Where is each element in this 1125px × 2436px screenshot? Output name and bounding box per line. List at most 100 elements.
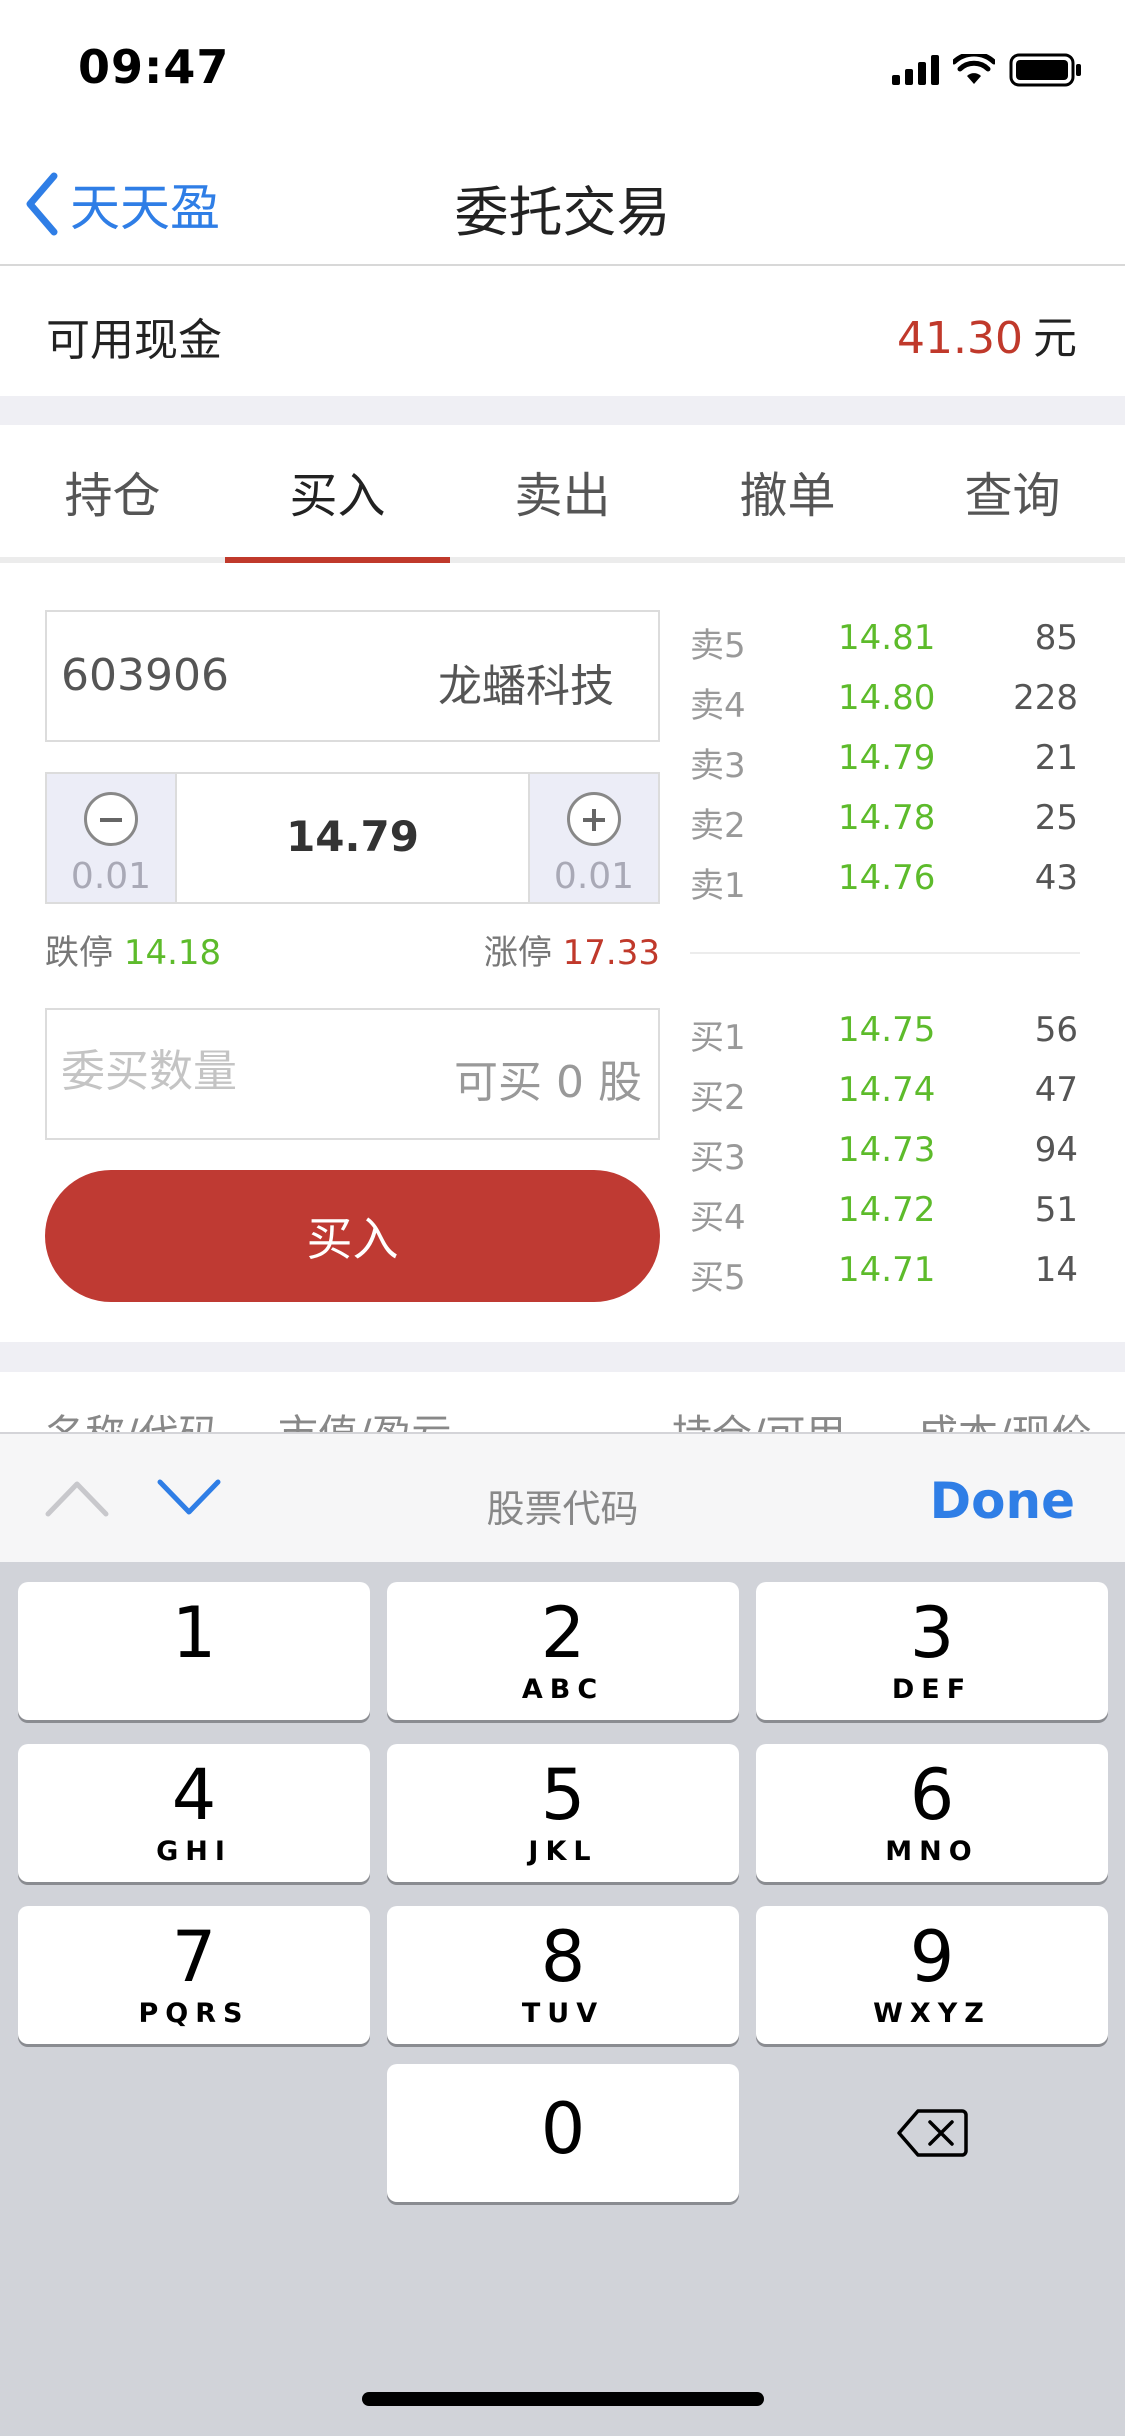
key-9[interactable]: 9 WXYZ bbox=[756, 1906, 1108, 2044]
bid-row: 买5 14.71 14 bbox=[690, 1240, 1080, 1300]
status-time: 09:47 bbox=[78, 40, 230, 94]
ask-row: 卖1 14.76 43 bbox=[690, 848, 1080, 908]
ask-row: 卖5 14.81 85 bbox=[690, 608, 1080, 668]
trade-tabs: 持仓 买入 卖出 撤单 查询 bbox=[0, 425, 1125, 563]
ask-price: 14.79 bbox=[838, 738, 936, 778]
bid-row: 买4 14.72 51 bbox=[690, 1180, 1080, 1240]
battery-icon bbox=[1009, 53, 1081, 87]
key-1[interactable]: 1 bbox=[18, 1582, 370, 1720]
minus-icon bbox=[84, 792, 138, 846]
key-digit: 2 bbox=[540, 1592, 586, 1674]
stock-name: 龙蟠科技 bbox=[438, 661, 614, 712]
order-book-buy: 买1 14.75 56 买2 14.74 47 买3 14.73 94 买4 1… bbox=[690, 1000, 1080, 1300]
bid-price: 14.74 bbox=[838, 1070, 936, 1110]
key-digit: 9 bbox=[909, 1916, 955, 1998]
limit-down: 跌停 14.18 bbox=[45, 925, 221, 974]
bid-level-label: 买2 bbox=[690, 1078, 746, 1118]
bid-volume: 47 bbox=[1034, 1070, 1078, 1110]
bid-volume: 51 bbox=[1034, 1190, 1078, 1230]
available-cash-value: 41.30 bbox=[897, 313, 1023, 364]
key-letters: WXYZ bbox=[873, 1998, 991, 2029]
price-input[interactable]: 14.79 bbox=[177, 812, 528, 861]
bid-row: 买2 14.74 47 bbox=[690, 1060, 1080, 1120]
price-stepper: 0.01 14.79 0.01 bbox=[45, 772, 660, 904]
status-bar: 09:47 bbox=[0, 0, 1125, 140]
bid-level-label: 买5 bbox=[690, 1258, 746, 1298]
tab-holdings[interactable]: 持仓 bbox=[0, 425, 225, 557]
limit-down-value: 14.18 bbox=[123, 933, 222, 973]
holdings-col-position: 持仓/可用 bbox=[672, 1402, 845, 1432]
key-letters: DEF bbox=[891, 1674, 973, 1705]
ask-price: 14.81 bbox=[838, 618, 936, 658]
holdings-col-name: 名称/代码 bbox=[45, 1402, 218, 1432]
bid-volume: 56 bbox=[1034, 1010, 1078, 1050]
bid-row: 买1 14.75 56 bbox=[690, 1000, 1080, 1060]
limit-up-value: 17.33 bbox=[562, 933, 660, 973]
bid-price: 14.73 bbox=[838, 1130, 936, 1170]
quantity-input[interactable] bbox=[61, 1046, 441, 1097]
key-letters: TUV bbox=[521, 1998, 605, 2029]
key-letters: ABC bbox=[521, 1674, 605, 1705]
key-6[interactable]: 6 MNO bbox=[756, 1744, 1108, 1882]
page-title: 委托交易 bbox=[454, 181, 671, 244]
available-cash-unit: 元 bbox=[1033, 313, 1077, 364]
tab-query[interactable]: 查询 bbox=[900, 425, 1125, 557]
bid-level-label: 买1 bbox=[690, 1018, 746, 1058]
key-digit: 7 bbox=[171, 1916, 217, 1998]
ask-price: 14.76 bbox=[838, 858, 936, 898]
numeric-keypad: 1 2 ABC 3 DEF 4 GHI 5 JKL 6 MNO 7 PQRS 8… bbox=[0, 1562, 1125, 2436]
key-letters: GHI bbox=[156, 1836, 232, 1867]
key-digit: 5 bbox=[540, 1754, 586, 1836]
key-digit: 6 bbox=[909, 1754, 955, 1836]
tab-sell[interactable]: 卖出 bbox=[450, 425, 675, 557]
key-digit: 4 bbox=[171, 1754, 217, 1836]
key-digit: 0 bbox=[540, 2088, 586, 2170]
key-digit: 3 bbox=[909, 1592, 955, 1674]
key-5[interactable]: 5 JKL bbox=[387, 1744, 739, 1882]
ask-row: 卖3 14.79 21 bbox=[690, 728, 1080, 788]
bid-level-label: 买3 bbox=[690, 1138, 746, 1178]
keyboard-accessory-bar: 股票代码 Done bbox=[0, 1432, 1125, 1562]
section-divider bbox=[0, 396, 1125, 425]
bid-volume: 14 bbox=[1034, 1250, 1078, 1290]
backspace-icon bbox=[897, 2109, 968, 2157]
price-decrease-button[interactable]: 0.01 bbox=[47, 774, 177, 902]
key-2[interactable]: 2 ABC bbox=[387, 1582, 739, 1720]
limit-up: 涨停 17.33 bbox=[484, 925, 660, 974]
bid-price: 14.72 bbox=[838, 1190, 936, 1230]
plus-icon bbox=[567, 792, 621, 846]
buy-button[interactable]: 买入 bbox=[45, 1170, 660, 1302]
home-indicator bbox=[362, 2392, 764, 2406]
order-book-sell: 卖5 14.81 85 卖4 14.80 228 卖3 14.79 21 卖2 … bbox=[690, 608, 1080, 908]
price-step-up: 0.01 bbox=[553, 856, 635, 897]
tab-cancel-order[interactable]: 撤单 bbox=[675, 425, 900, 557]
key-3[interactable]: 3 DEF bbox=[756, 1582, 1108, 1720]
cellular-signal-icon bbox=[892, 55, 939, 85]
ask-row: 卖4 14.80 228 bbox=[690, 668, 1080, 728]
ask-price: 14.80 bbox=[838, 678, 936, 718]
key-digit: 8 bbox=[540, 1916, 586, 1998]
navigation-bar: 天天盈 委托交易 bbox=[0, 140, 1125, 266]
key-letters: PQRS bbox=[138, 1998, 250, 2029]
delete-key[interactable] bbox=[756, 2064, 1108, 2202]
bid-volume: 94 bbox=[1034, 1130, 1078, 1170]
stock-code-field[interactable]: 603906 龙蟠科技 bbox=[45, 610, 660, 742]
bid-price: 14.71 bbox=[838, 1250, 936, 1290]
price-increase-button[interactable]: 0.01 bbox=[528, 774, 658, 902]
key-7[interactable]: 7 PQRS bbox=[18, 1906, 370, 2044]
bid-row: 买3 14.73 94 bbox=[690, 1120, 1080, 1180]
limit-up-label: 涨停 bbox=[483, 933, 552, 973]
key-4[interactable]: 4 GHI bbox=[18, 1744, 370, 1882]
bid-price: 14.75 bbox=[838, 1010, 936, 1050]
key-8[interactable]: 8 TUV bbox=[387, 1906, 739, 2044]
done-button[interactable]: Done bbox=[930, 1472, 1075, 1530]
price-step-down: 0.01 bbox=[70, 856, 152, 897]
order-book-divider bbox=[690, 952, 1080, 954]
ask-volume: 43 bbox=[1034, 858, 1078, 898]
tab-buy[interactable]: 买入 bbox=[225, 425, 450, 563]
key-0[interactable]: 0 bbox=[387, 2064, 739, 2202]
quantity-field[interactable]: 可买 0 股 bbox=[45, 1008, 660, 1140]
available-cash: 41.30 元 bbox=[897, 302, 1077, 366]
key-digit: 1 bbox=[171, 1592, 217, 1674]
ask-volume: 228 bbox=[1013, 678, 1078, 718]
